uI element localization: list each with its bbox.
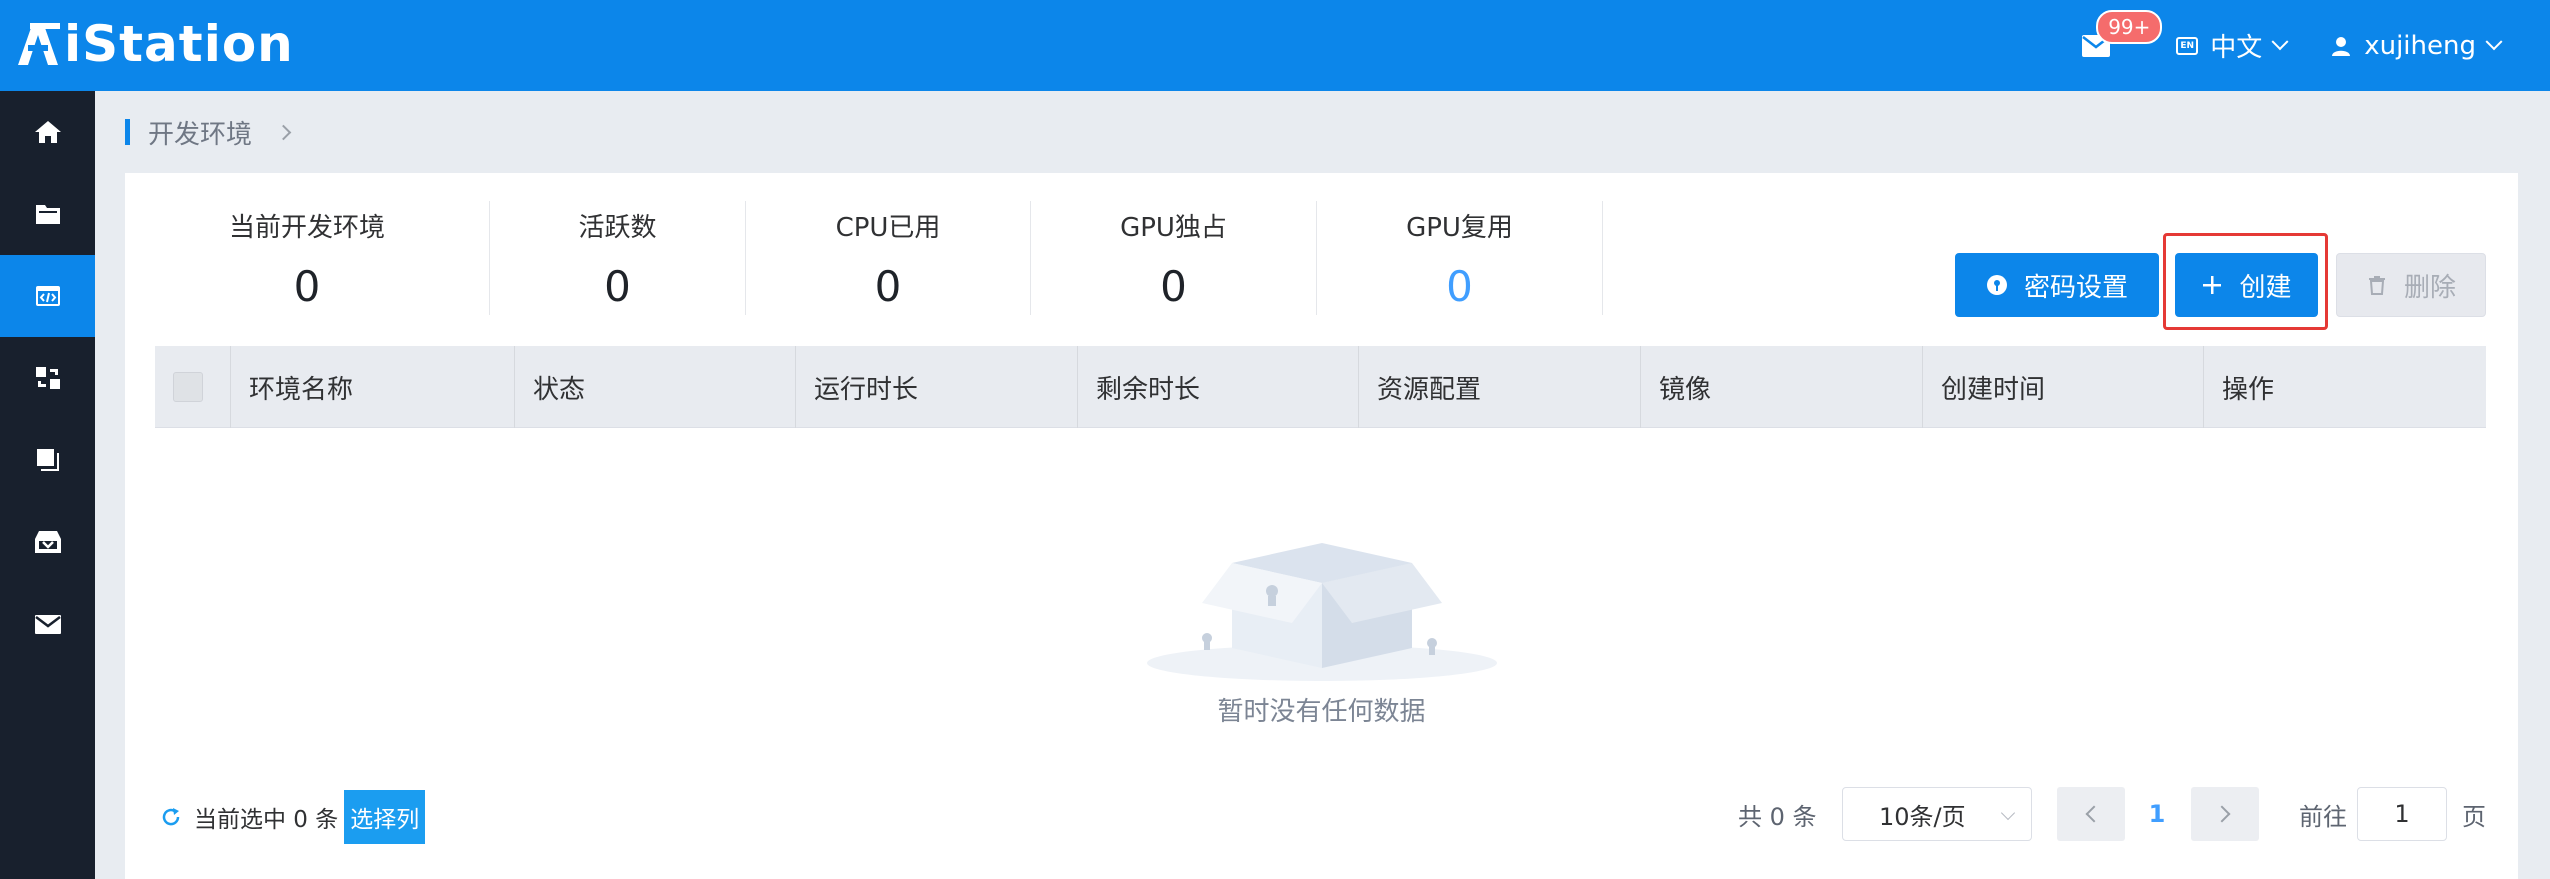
selected-count-text: 当前选中 0 条	[194, 807, 339, 833]
breadcrumb-current[interactable]: 开发环境	[148, 114, 252, 151]
breadcrumb-marker	[125, 119, 130, 145]
sidebar-item-dev-env[interactable]	[0, 255, 95, 337]
page-number-current[interactable]: 1	[2135, 787, 2179, 841]
next-page-button[interactable]	[2191, 787, 2259, 841]
sidebar-item-copy[interactable]	[0, 419, 95, 501]
selection-info: 当前选中 0 条 选择列	[160, 790, 426, 844]
refresh-icon[interactable]	[160, 806, 182, 828]
stat-value: 0	[604, 262, 631, 311]
stat-label: GPU独占	[1120, 213, 1227, 243]
prev-page-button[interactable]	[2057, 787, 2125, 841]
select-columns-button[interactable]: 选择列	[344, 790, 426, 844]
delete-button[interactable]: 删除	[2336, 253, 2486, 317]
sidebar-item-files[interactable]	[0, 173, 95, 255]
stats-row: 当前开发环境 0 活跃数 0 CPU已用 0 GPU独占 0 GPU复用 0	[125, 201, 1603, 315]
inbox-icon	[34, 531, 61, 553]
column-header: 运行时长	[796, 346, 1078, 428]
empty-text: 暂时没有任何数据	[1217, 697, 1426, 727]
username: xujiheng	[2364, 30, 2476, 61]
chevron-down-icon	[2271, 32, 2289, 50]
language-icon: EN	[2176, 36, 2199, 55]
chevron-down-icon	[2000, 805, 2016, 821]
stat-label: GPU复用	[1406, 213, 1513, 243]
page-size-select[interactable]: 10条/页	[1842, 787, 2032, 841]
sidebar	[0, 91, 95, 879]
column-header: 资源配置	[1359, 346, 1641, 428]
sidebar-item-inbox[interactable]	[0, 501, 95, 583]
user-icon	[2332, 36, 2351, 56]
goto-page-input[interactable]: 1	[2357, 787, 2447, 841]
table-header: 环境名称 状态 运行时长 剩余时长 资源配置 镜像 创建时间 操作	[155, 346, 2486, 428]
column-header: 环境名称	[231, 346, 515, 428]
stat-value: 0	[293, 262, 321, 311]
stat-gpu-exclusive: GPU独占 0	[1031, 201, 1317, 315]
language-switcher[interactable]: EN 中文	[2176, 27, 2289, 64]
stat-label: CPU已用	[835, 213, 941, 243]
sidebar-item-messages[interactable]	[0, 583, 95, 665]
column-header: 创建时间	[1923, 346, 2204, 428]
dev-env-icon	[35, 286, 60, 306]
password-icon	[1986, 275, 2007, 295]
chevron-right-icon	[2213, 805, 2231, 823]
stat-active: 活跃数 0	[490, 201, 746, 315]
app-logo[interactable]: iStation	[16, 15, 294, 73]
column-header: 镜像	[1641, 346, 1923, 428]
delete-label: 删除	[2403, 272, 2456, 303]
stat-value[interactable]: 0	[1446, 262, 1473, 311]
stat-value: 0	[1160, 262, 1187, 311]
column-header: 操作	[2222, 374, 2275, 405]
message-count-badge: 99+	[2096, 9, 2163, 44]
stat-cpu-used: CPU已用 0	[746, 201, 1031, 315]
empty-box-icon	[1146, 543, 1497, 681]
trash-icon	[2368, 276, 2385, 295]
logo-text: iStation	[64, 15, 294, 73]
total-count: 共 0 条	[1738, 803, 1817, 831]
mail-icon	[34, 615, 61, 634]
highlight-box	[2163, 233, 2328, 330]
empty-state: 暂时没有任何数据	[125, 503, 2518, 728]
chevron-down-icon	[2485, 32, 2503, 50]
chevron-left-icon	[2085, 805, 2103, 823]
logo-mark-icon	[18, 23, 60, 65]
copy-icon	[36, 449, 59, 471]
page-size-value: 10条/页	[1879, 802, 1966, 831]
user-menu[interactable]: xujiheng	[2330, 30, 2503, 61]
stat-gpu-shared: GPU复用 0	[1317, 201, 1603, 315]
column-header: 剩余时长	[1078, 346, 1359, 428]
stat-label: 活跃数	[578, 213, 657, 243]
transfer-icon	[35, 367, 60, 389]
language-label: 中文	[2210, 33, 2263, 63]
stat-value: 0	[874, 262, 902, 311]
sidebar-item-home[interactable]	[0, 91, 95, 173]
goto-label: 前往	[2299, 803, 2347, 831]
select-all-checkbox[interactable]	[173, 372, 203, 402]
goto-suffix: 页	[2462, 803, 2486, 831]
sidebar-item-transfer[interactable]	[0, 337, 95, 419]
column-header: 状态	[515, 346, 796, 428]
password-settings-label: 密码设置	[2023, 272, 2128, 303]
breadcrumb: 开发环境	[125, 112, 292, 152]
message-button[interactable]: 99+	[2076, 9, 2163, 66]
stat-label: 当前开发环境	[228, 213, 385, 243]
main-panel: 当前开发环境 0 活跃数 0 CPU已用 0 GPU独占 0 GPU复用 0 密…	[125, 173, 2518, 879]
password-settings-button[interactable]: 密码设置	[1955, 253, 2159, 317]
folder-icon	[35, 205, 60, 224]
stat-current-env: 当前开发环境 0	[125, 201, 490, 315]
select-all-cell	[155, 346, 231, 428]
chevron-right-icon	[275, 124, 292, 140]
top-header: iStation 99+ EN 中文 xujiheng	[0, 0, 2550, 91]
home-icon	[34, 121, 61, 143]
